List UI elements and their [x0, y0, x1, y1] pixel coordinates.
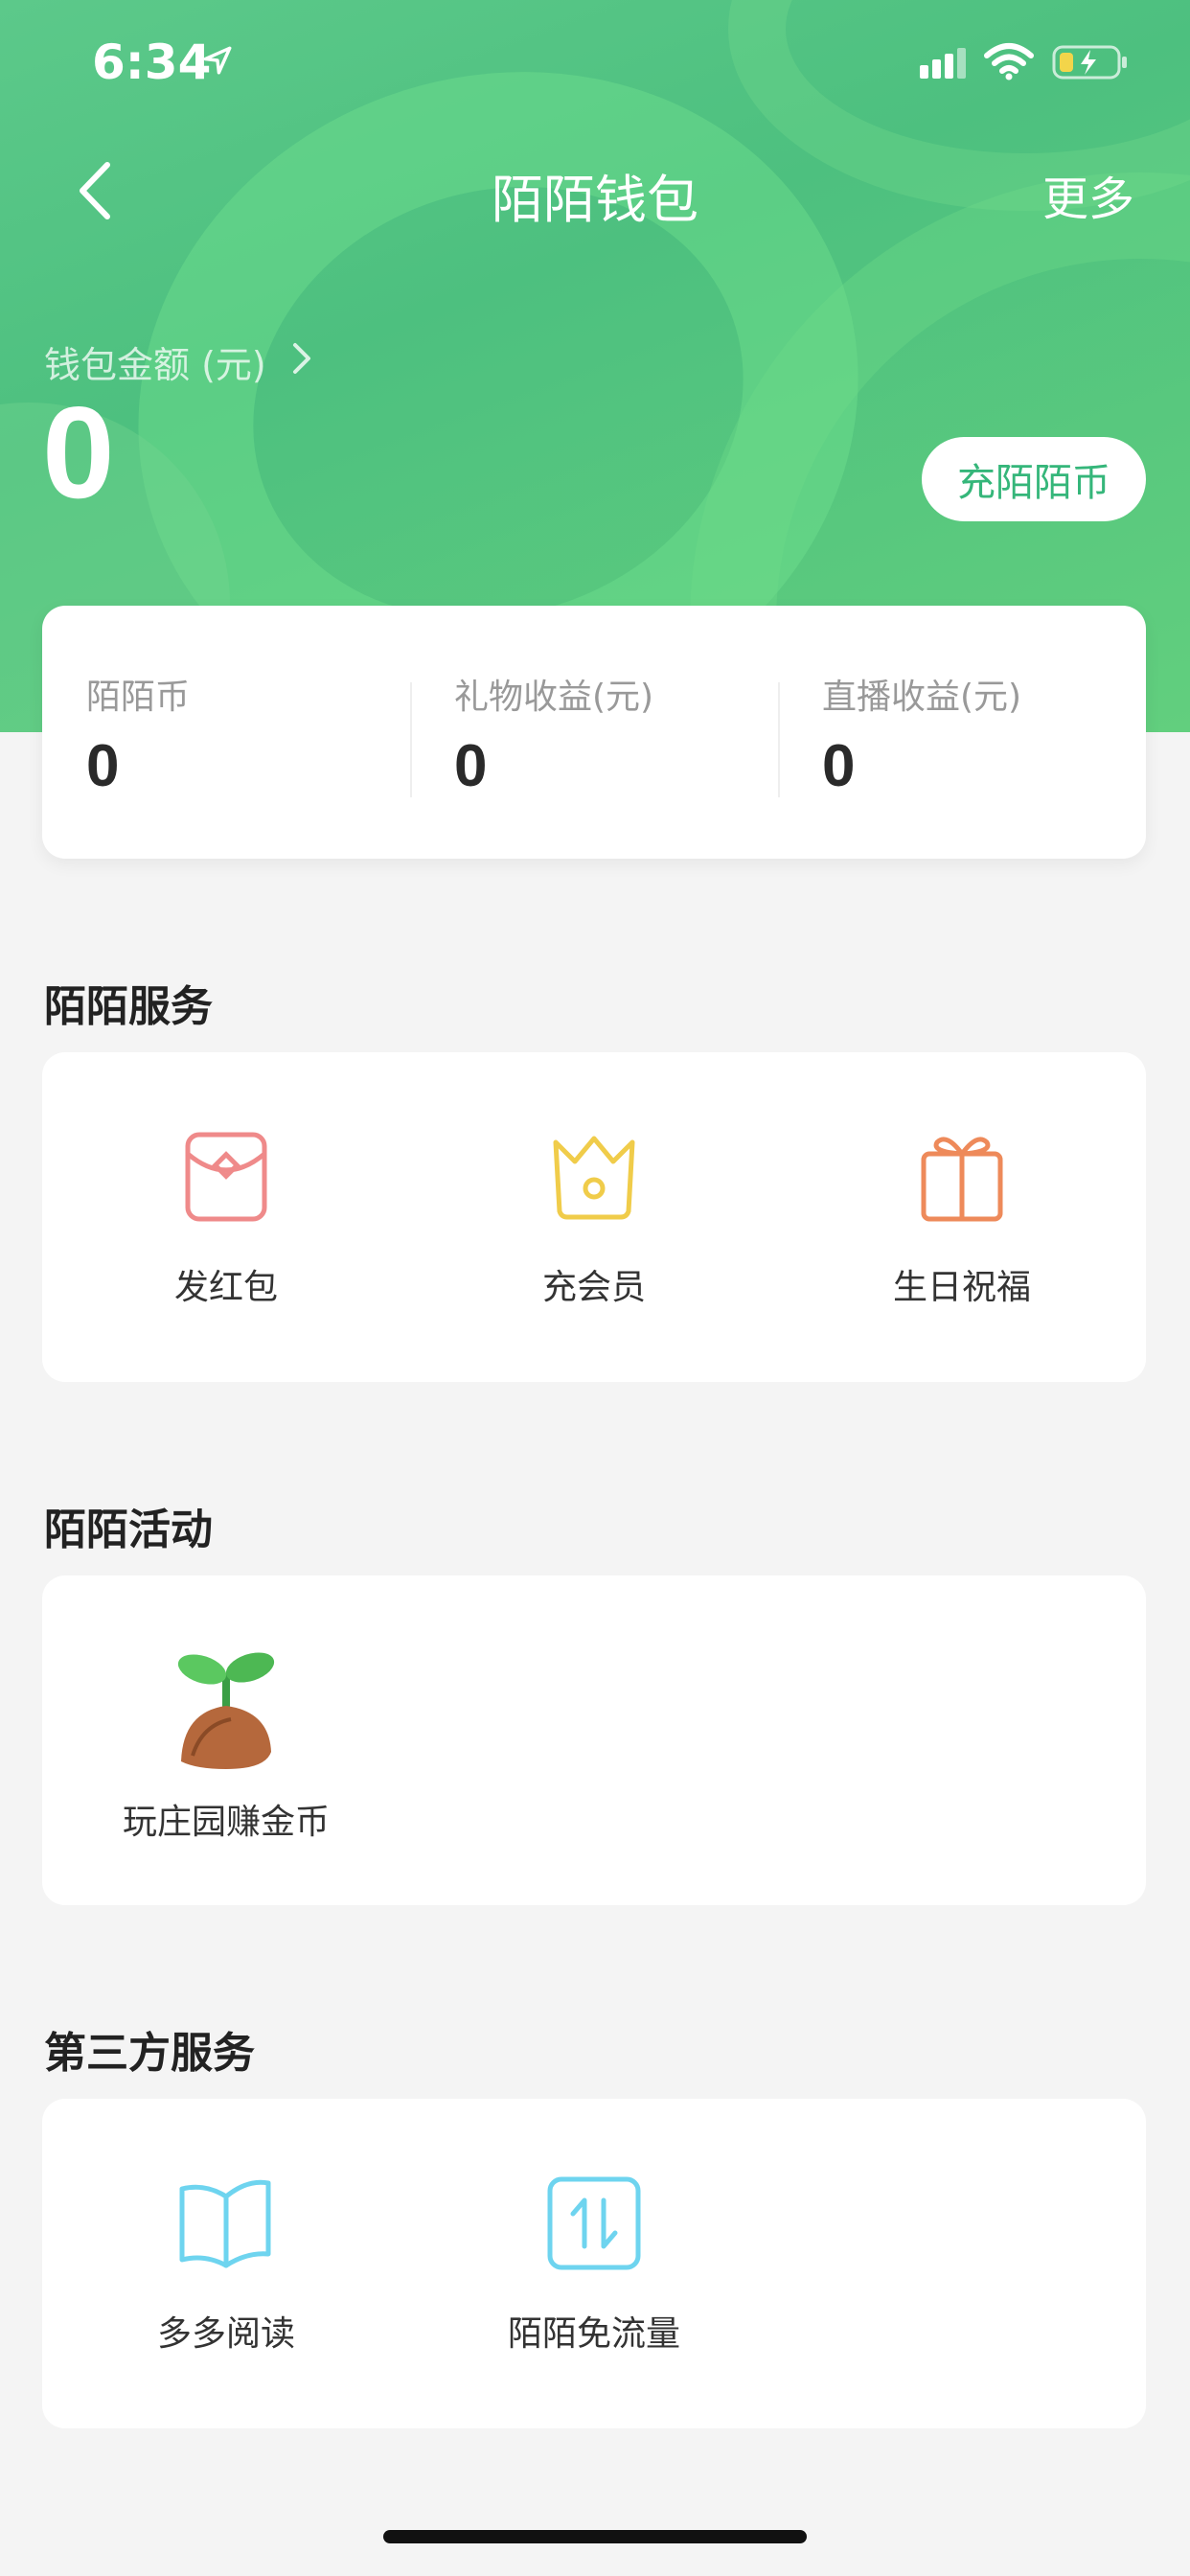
red-envelope-icon: [185, 1132, 267, 1222]
balance-value: 0: [822, 733, 856, 799]
section-title-services: 陌陌服务: [44, 982, 213, 1031]
divider: [410, 682, 412, 797]
third-party-free-data[interactable]: 陌陌免流量: [410, 2175, 778, 2356]
divider: [778, 682, 780, 797]
balance-item-live-income[interactable]: 直播收益(元) 0: [822, 669, 1186, 800]
third-party-card: 多多阅读 陌陌免流量: [42, 2099, 1146, 2428]
service-red-envelope[interactable]: 发红包: [42, 1129, 410, 1309]
section-title-activities: 陌陌活动: [44, 1506, 213, 1554]
service-label: 充会员: [541, 1268, 646, 1307]
activity-label: 玩庄园赚金币: [122, 1803, 330, 1842]
third-party-label: 陌陌免流量: [507, 2314, 680, 2354]
balance-item-coins[interactable]: 陌陌币 0: [86, 669, 450, 800]
balance-label: 陌陌币: [86, 678, 191, 717]
service-label: 生日祝福: [892, 1268, 1031, 1307]
location-arrow-icon: [203, 46, 232, 75]
gift-icon: [921, 1137, 1003, 1222]
chevron-right-icon[interactable]: [289, 339, 314, 378]
more-button[interactable]: 更多: [1042, 161, 1134, 228]
activity-farm[interactable]: 玩庄园赚金币: [42, 1648, 410, 1844]
service-birthday[interactable]: 生日祝福: [778, 1129, 1146, 1309]
status-bar: 6:34: [0, 0, 1190, 126]
sprout-icon: [177, 1652, 275, 1769]
cellular-signal-icon: [920, 48, 966, 79]
service-label: 发红包: [173, 1268, 278, 1307]
recharge-coins-button[interactable]: 充陌陌币: [922, 437, 1146, 521]
third-party-label: 多多阅读: [156, 2314, 295, 2354]
data-transfer-icon: [547, 2176, 641, 2270]
activities-card: 玩庄园赚金币: [42, 1576, 1146, 1905]
services-card: 发红包 充会员 生日祝福: [42, 1052, 1146, 1382]
battery-charging-icon: [1052, 45, 1127, 80]
section-title-third-party: 第三方服务: [44, 2029, 255, 2078]
nav-bar: 陌陌钱包 更多: [0, 144, 1190, 236]
wallet-amount-value: 0: [42, 380, 115, 525]
balance-card: 陌陌币 0 礼物收益(元) 0 直播收益(元) 0: [42, 606, 1146, 859]
third-party-reading[interactable]: 多多阅读: [42, 2175, 410, 2356]
balance-value: 0: [454, 733, 488, 799]
page-title: 陌陌钱包: [492, 170, 698, 230]
balance-label: 礼物收益(元): [454, 678, 654, 717]
wifi-icon: [984, 43, 1034, 80]
home-indicator[interactable]: [383, 2530, 807, 2543]
status-time: 6:34: [92, 34, 212, 90]
balance-item-gift-income[interactable]: 礼物收益(元) 0: [454, 669, 818, 800]
service-vip[interactable]: 充会员: [410, 1129, 778, 1309]
balance-value: 0: [86, 733, 120, 799]
open-book-icon: [179, 2179, 271, 2268]
balance-label: 直播收益(元): [822, 678, 1022, 717]
crown-icon: [553, 1136, 635, 1220]
